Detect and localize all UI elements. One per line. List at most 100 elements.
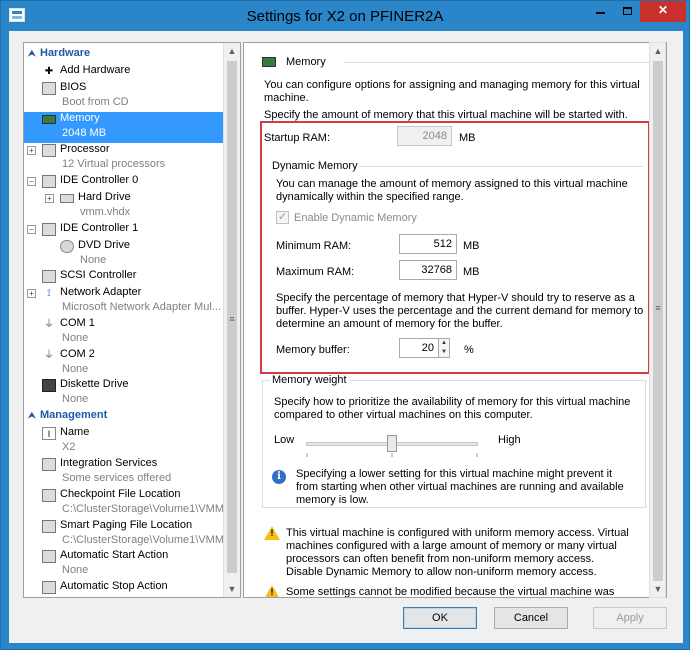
dynamic-memory-description: You can manage the amount of memory assi… xyxy=(276,178,628,203)
sidebar-item-label: SCSI Controller xyxy=(60,269,137,281)
dialog-client-area: ⮝ Hardware ✚ Add Hardware BIOS Boot from … xyxy=(9,31,683,643)
enable-dynamic-memory-label: Enable Dynamic Memory xyxy=(294,212,417,224)
minimize-button[interactable] xyxy=(587,1,614,22)
sidebar-item-label: Automatic Start Action xyxy=(60,549,169,561)
sidebar-item-label: BIOS xyxy=(60,81,87,93)
expand-plus-icon[interactable]: + xyxy=(27,289,36,298)
add-hardware-icon: ✚ xyxy=(44,66,54,77)
warning-mark: ! xyxy=(270,587,274,597)
dynamic-memory-heading: Dynamic Memory xyxy=(272,160,358,172)
ide-controller-icon xyxy=(42,175,56,188)
minimum-ram-unit: MB xyxy=(463,240,480,252)
collapse-minus-icon[interactable]: − xyxy=(27,177,36,186)
startup-ram-label: Startup RAM: xyxy=(264,132,331,144)
sidebar-item-label: Network Adapter xyxy=(60,286,142,298)
sidebar-item-label: Checkpoint File Location xyxy=(60,488,181,500)
sidebar-scrollbar[interactable]: ▲ ≡ ▼ xyxy=(223,43,240,597)
sidebar-item-sub: None xyxy=(62,332,89,344)
dynamic-memory-divider xyxy=(359,166,643,167)
apply-button[interactable]: Apply xyxy=(593,607,667,629)
sidebar-item-sub: None xyxy=(80,254,107,266)
sidebar-item-sub: Some services offered xyxy=(62,472,172,484)
scsi-controller-icon xyxy=(42,270,56,283)
sidebar-item-sub: None xyxy=(62,393,89,405)
settings-panel-scrollbar[interactable]: ▲ ≡ ▼ xyxy=(649,42,666,598)
memory-weight-info-text: Specifying a lower setting for this virt… xyxy=(296,468,624,506)
memory-buffer-unit: % xyxy=(464,344,474,356)
ok-button[interactable]: OK xyxy=(403,607,477,629)
maximum-ram-input[interactable]: 32768 xyxy=(399,260,457,280)
memory-chip-icon xyxy=(42,115,56,124)
sidebar-item-sub: vmm.vhdx xyxy=(80,206,131,218)
name-icon: I xyxy=(42,427,56,440)
diskette-icon xyxy=(42,379,56,392)
sidebar-item-label: Smart Paging File Location xyxy=(60,519,193,531)
expand-plus-icon[interactable]: + xyxy=(45,194,54,203)
minimum-ram-input[interactable]: 512 xyxy=(399,234,457,254)
section-hardware[interactable]: ⮝ Hardware xyxy=(28,47,90,59)
com-port-icon: ⏚ xyxy=(44,350,54,361)
sidebar-item-label: Memory xyxy=(60,112,100,124)
memory-weight-high-label: High xyxy=(498,434,521,446)
memory-buffer-input[interactable]: 20 xyxy=(399,338,439,358)
sidebar-item-memory[interactable]: Memory 2048 MB xyxy=(24,112,224,143)
memory-buffer-spinner[interactable]: ▲ ▼ xyxy=(439,338,450,358)
collapse-minus-icon[interactable]: − xyxy=(27,225,36,234)
memory-intro-text: You can configure options for assigning … xyxy=(264,79,640,104)
info-icon: i xyxy=(272,470,286,484)
sidebar-item-label: Diskette Drive xyxy=(60,378,129,390)
startup-ram-unit: MB xyxy=(459,132,476,144)
expand-plus-icon[interactable]: + xyxy=(27,146,36,155)
sidebar-item-label: IDE Controller 1 xyxy=(60,222,139,234)
section-management-label: Management xyxy=(40,409,108,421)
maximize-button[interactable] xyxy=(614,1,640,22)
title-bar[interactable]: Settings for X2 on PFINER2A ✕ xyxy=(1,1,689,31)
settings-window: Settings for X2 on PFINER2A ✕ ⮝ Hardware … xyxy=(0,0,690,650)
settings-panel-scroll-thumb[interactable] xyxy=(653,61,663,581)
memory-settings-panel: Memory You can configure options for ass… xyxy=(243,42,667,598)
maximize-icon xyxy=(622,6,632,15)
integration-services-icon xyxy=(42,458,56,471)
sidebar-item-label: Name xyxy=(60,426,90,438)
automatic-stop-icon xyxy=(42,581,56,594)
memory-chip-icon xyxy=(262,57,276,67)
enable-dynamic-memory-checkbox[interactable]: ✓ xyxy=(276,211,289,224)
section-management[interactable]: ⮝ Management xyxy=(28,409,107,421)
settings-locked-warning-text: Some settings cannot be modified because… xyxy=(286,586,615,598)
scroll-up-icon[interactable]: ▲ xyxy=(224,43,240,59)
sidebar-item-label: Integration Services xyxy=(60,457,158,469)
sidebar-item-sub: None xyxy=(62,564,89,576)
scroll-down-icon[interactable]: ▼ xyxy=(224,581,240,597)
bios-icon xyxy=(42,82,56,95)
memory-weight-ticks xyxy=(306,453,478,457)
memory-buffer-label: Memory buffer: xyxy=(276,344,350,356)
memory-weight-slider-thumb[interactable] xyxy=(387,435,397,452)
scroll-grip-icon: ≡ xyxy=(655,303,661,313)
sidebar-item-sub: Boot from CD xyxy=(62,96,129,108)
memory-buffer-description: Specify the percentage of memory that Hy… xyxy=(276,292,644,330)
disable-dynamic-memory-hint: Disable Dynamic Memory to allow non-unif… xyxy=(286,566,597,578)
startup-ram-input[interactable]: 2048 xyxy=(397,126,452,146)
collapse-chevron-icon: ⮝ xyxy=(28,410,36,420)
cancel-button[interactable]: Cancel xyxy=(494,607,568,629)
sidebar-item-label: Processor xyxy=(60,143,110,155)
section-hardware-label: Hardware xyxy=(40,47,91,59)
sidebar-item-label: Add Hardware xyxy=(60,64,131,76)
sidebar-item-label: Hard Drive xyxy=(78,191,131,203)
maximum-ram-unit: MB xyxy=(463,266,480,278)
memory-weight-heading: Memory weight xyxy=(270,374,349,386)
close-button[interactable]: ✕ xyxy=(640,1,686,22)
sidebar-item-label: COM 1 xyxy=(60,317,95,329)
memory-heading-label: Memory xyxy=(286,56,326,68)
network-adapter-icon: ⟟ xyxy=(47,288,51,299)
sidebar-item-sub: X2 xyxy=(62,441,76,453)
maximum-ram-label: Maximum RAM: xyxy=(276,266,355,278)
sidebar-item-sub: None xyxy=(62,363,89,375)
automatic-start-icon xyxy=(42,550,56,563)
sidebar-item-sub: C:\ClusterStorage\Volume1\VMM xyxy=(62,534,225,546)
scroll-up-icon[interactable]: ▲ xyxy=(650,43,666,59)
heading-divider xyxy=(344,62,654,63)
ide-controller-icon xyxy=(42,223,56,236)
scroll-down-icon[interactable]: ▼ xyxy=(650,581,666,597)
com-port-icon: ⏚ xyxy=(44,319,54,330)
